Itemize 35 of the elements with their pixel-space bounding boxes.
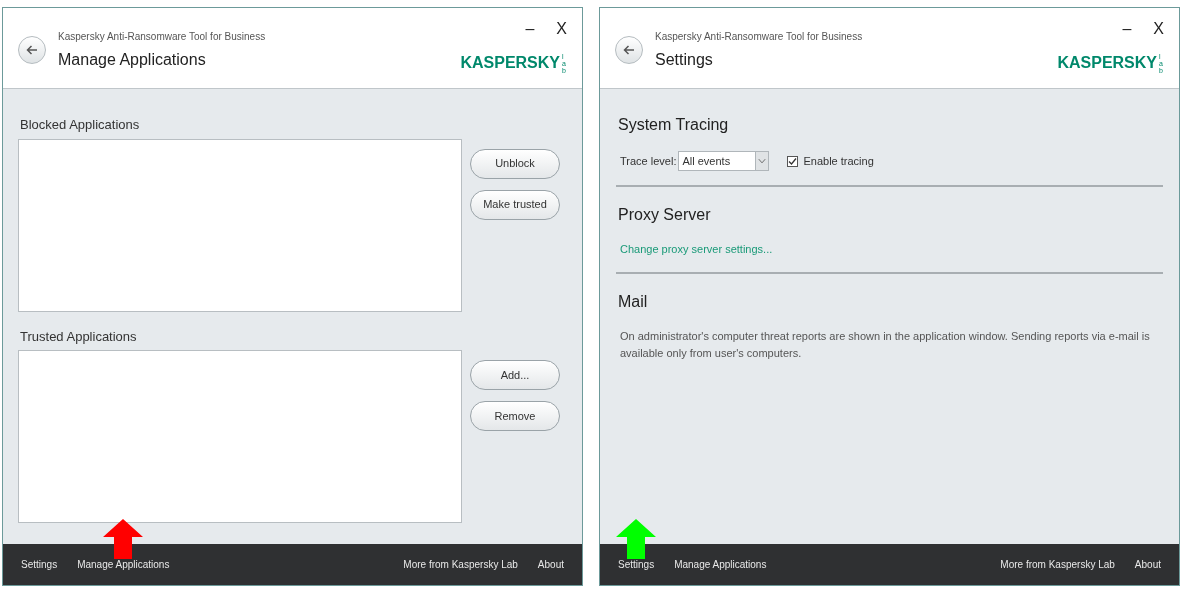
- back-button[interactable]: [18, 36, 46, 64]
- list-label: Trusted Applications: [19, 327, 138, 346]
- field-label: Trace level:: [620, 153, 677, 169]
- back-button[interactable]: [615, 36, 643, 64]
- list-label: Blocked Applications: [19, 116, 141, 134]
- window-title: Manage Applications: [58, 50, 207, 70]
- app-name: Kaspersky Anti-Ransomware Tool for Business: [58, 30, 266, 44]
- action-button[interactable]: Add...: [470, 360, 560, 390]
- footer-link[interactable]: Manage Applications: [77, 559, 170, 570]
- app-name: Kaspersky Anti-Ransomware Tool for Business: [655, 30, 863, 44]
- back-arrow-icon: [623, 45, 635, 55]
- chevron-down-icon: [755, 152, 769, 170]
- footer-link[interactable]: Settings: [618, 559, 655, 570]
- minimize-button[interactable]: –: [525, 17, 535, 41]
- close-button[interactable]: X: [556, 17, 567, 41]
- trace-level-dropdown[interactable]: All events: [678, 151, 770, 171]
- footer-link[interactable]: About: [537, 557, 564, 572]
- action-button[interactable]: Remove: [470, 401, 560, 431]
- section-title: Mail: [618, 291, 649, 312]
- window-title: Settings: [655, 50, 714, 70]
- footer-link[interactable]: More from Kaspersky Lab: [1000, 557, 1115, 572]
- minimize-button[interactable]: –: [1122, 17, 1132, 41]
- footer-link[interactable]: About: [1134, 557, 1161, 572]
- section-title: System Tracing: [618, 115, 730, 135]
- close-button[interactable]: X: [1153, 17, 1164, 41]
- back-arrow-icon: [26, 45, 38, 55]
- check-icon: [788, 156, 798, 166]
- section-title: Proxy Server: [618, 205, 712, 225]
- enable-tracing-checkbox[interactable]: Enable tracing: [787, 152, 874, 170]
- mail-description: On administrator's computer threat reports are shown in the application window. Sending reports via e-mail is available only from user's computers.: [619, 328, 1151, 361]
- footer-link[interactable]: More from Kaspersky Lab: [403, 557, 518, 572]
- action-button[interactable]: Make trusted: [470, 189, 560, 220]
- footer-link[interactable]: Settings: [21, 559, 58, 570]
- action-button[interactable]: Unblock: [470, 148, 560, 179]
- footer-link[interactable]: Manage Applications: [674, 559, 767, 570]
